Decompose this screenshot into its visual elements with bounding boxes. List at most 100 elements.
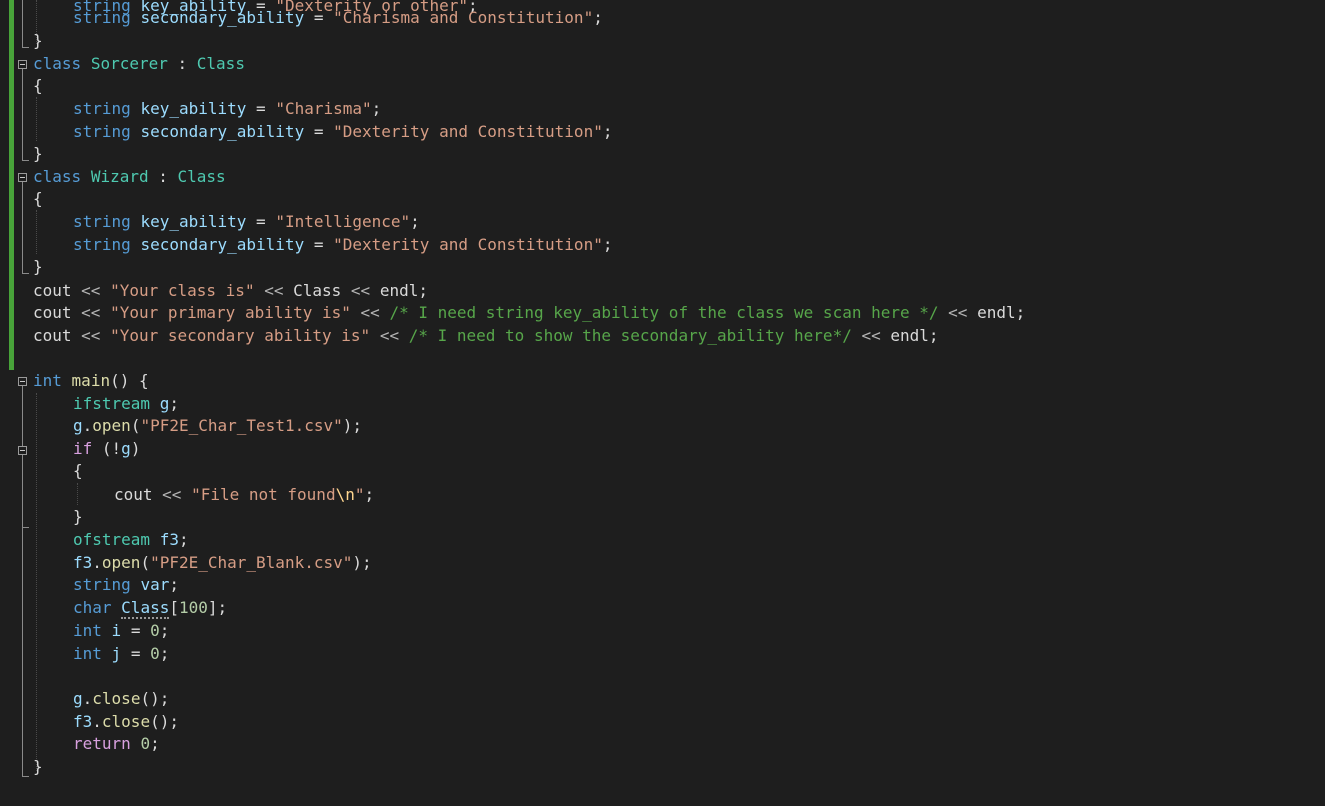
code-token: j — [111, 644, 122, 663]
code-line[interactable]: int i = 0; — [33, 620, 169, 642]
code-line[interactable]: } — [33, 30, 43, 52]
code-line[interactable]: f3.close(); — [33, 711, 179, 733]
code-line[interactable]: string secondary_ability = "Dexterity an… — [33, 121, 612, 143]
code-token: "File not found — [191, 485, 336, 504]
code-line[interactable]: int main() { — [33, 370, 149, 392]
code-token: 0 — [140, 734, 151, 753]
code-token: Sorcerer — [90, 54, 168, 73]
code-token: = — [246, 212, 276, 231]
code-token: } — [33, 31, 43, 50]
code-line[interactable]: string var; — [33, 574, 179, 596]
code-token: ); — [342, 416, 363, 435]
code-token: 0 — [150, 644, 160, 663]
code-line[interactable]: { — [33, 75, 43, 97]
code-token: ]; — [207, 598, 228, 617]
code-token: cout — [33, 303, 82, 322]
code-token: \n — [335, 485, 355, 504]
code-line[interactable]: string secondary_ability = "Dexterity an… — [33, 234, 612, 256]
code-token: int — [33, 371, 62, 390]
collapse-if-block-icon[interactable] — [18, 446, 27, 455]
code-line[interactable]: { — [33, 188, 43, 210]
fold-end-tick — [22, 776, 29, 777]
code-line[interactable]: } — [33, 256, 43, 278]
code-token: g — [159, 394, 170, 413]
code-line[interactable]: int j = 0; — [33, 643, 169, 665]
code-token: ; — [364, 485, 375, 504]
code-token: Wizard — [90, 167, 149, 186]
code-line[interactable]: ofstream f3; — [33, 529, 189, 551]
code-line[interactable]: string secondary_ability = "Charisma and… — [33, 7, 603, 29]
code-token: ) — [130, 439, 141, 458]
code-token: "PF2E_Char_Test1.csv" — [140, 416, 343, 435]
code-token: ; — [159, 644, 170, 663]
code-token: "PF2E_Char_Blank.csv" — [150, 553, 353, 572]
code-token: endl; — [370, 281, 428, 300]
code-token: << — [81, 281, 101, 300]
code-line[interactable]: if (!g) — [33, 438, 140, 460]
code-token: /* I need to show the secondary_ability … — [408, 326, 852, 345]
code-line[interactable] — [33, 665, 73, 687]
code-token: << — [81, 303, 101, 322]
code-token: ( — [140, 553, 151, 572]
code-token: string — [73, 99, 131, 118]
code-line[interactable]: cout << "Your class is" << Class << endl… — [33, 280, 428, 302]
code-token: i — [111, 621, 122, 640]
collapse-class-wizard-icon[interactable] — [18, 173, 27, 182]
code-token: g — [73, 416, 83, 435]
code-line[interactable]: string key_ability = "Intelligence"; — [33, 211, 420, 233]
code-token: main — [71, 371, 111, 390]
code-line[interactable]: class Wizard : Class — [33, 166, 226, 188]
code-line[interactable]: cout << "Your secondary ability is" << /… — [33, 325, 939, 347]
fold-rail — [22, 68, 23, 161]
code-line[interactable]: { — [33, 460, 83, 482]
code-line[interactable]: class Sorcerer : Class — [33, 53, 245, 75]
code-token: ; — [169, 394, 179, 413]
code-line[interactable]: char Class[100]; — [33, 597, 227, 619]
code-line[interactable]: cout << "File not found\n"; — [33, 484, 374, 506]
code-token: secondary_ability — [140, 235, 305, 254]
code-token: endl; — [967, 303, 1026, 322]
code-token: Class — [283, 281, 351, 300]
code-token: [ — [169, 598, 179, 617]
code-token: cout — [33, 281, 82, 300]
code-token: string — [73, 8, 131, 27]
code-token: } — [33, 257, 43, 276]
code-line[interactable]: } — [33, 506, 83, 528]
code-token: "Charisma and Constitution" — [333, 8, 594, 27]
code-line[interactable]: string key_ability = "Charisma"; — [33, 98, 381, 120]
fold-rail — [22, 181, 23, 274]
code-line[interactable]: cout << "Your primary ability is" << /* … — [33, 302, 1025, 324]
code-token: g — [73, 689, 83, 708]
collapse-class-sorcerer-icon[interactable] — [18, 60, 27, 69]
code-token: "Dexterity and Constitution" — [333, 122, 603, 141]
fold-end-tick — [22, 273, 29, 274]
fold-end-tick — [22, 527, 29, 528]
code-line[interactable]: } — [33, 143, 43, 165]
code-token: int — [73, 621, 102, 640]
code-token: close — [92, 689, 141, 708]
code-line[interactable]: return 0; — [33, 733, 160, 755]
code-token: << — [264, 281, 284, 300]
code-line[interactable]: g.open("PF2E_Char_Test1.csv"); — [33, 415, 362, 437]
code-line[interactable]: ifstream g; — [33, 393, 179, 415]
code-token: ofstream — [73, 530, 151, 549]
code-line[interactable]: g.close(); — [33, 688, 169, 710]
code-token: = — [246, 99, 276, 118]
code-token: string — [73, 122, 131, 141]
code-line[interactable]: } — [33, 756, 43, 778]
collapse-main-icon[interactable] — [18, 377, 27, 386]
code-editor[interactable]: string key_ability = "Dexterity or other… — [0, 0, 1325, 806]
code-line[interactable]: f3.open("PF2E_Char_Blank.csv"); — [33, 552, 372, 574]
